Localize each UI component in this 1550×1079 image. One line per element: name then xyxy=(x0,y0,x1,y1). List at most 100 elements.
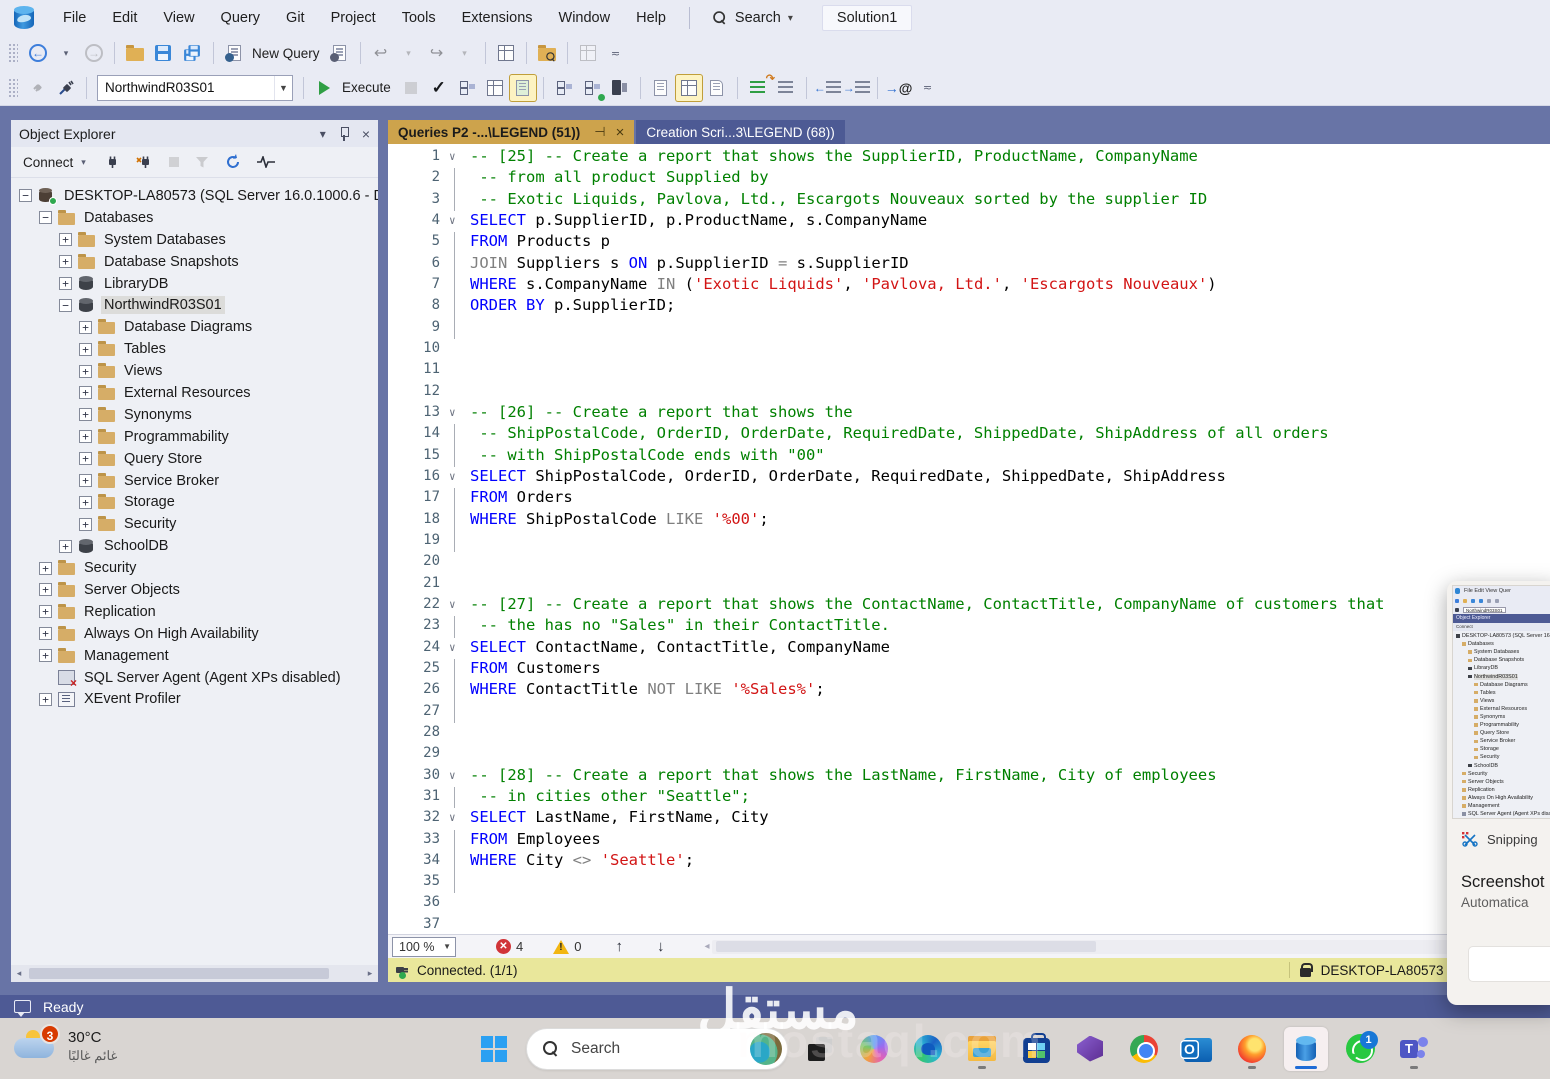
expand-icon[interactable]: + xyxy=(79,365,92,378)
code-line-24[interactable]: 24∨SELECT ContactName, ContactTitle, Com… xyxy=(388,638,1550,659)
tab-queries-p2[interactable]: Queries P2 -...\LEGEND (51)) ⊣ × xyxy=(388,120,634,144)
menu-query[interactable]: Query xyxy=(208,0,274,36)
task-view-button[interactable] xyxy=(798,1027,842,1071)
change-connection-button[interactable] xyxy=(53,75,79,101)
visual-studio-button[interactable] xyxy=(1068,1027,1112,1071)
code-line-10[interactable]: 10 xyxy=(388,339,1550,360)
ssms-button[interactable] xyxy=(1284,1027,1328,1071)
code-line-37[interactable]: 37 xyxy=(388,915,1550,934)
code-line-29[interactable]: 29 xyxy=(388,744,1550,765)
code-line-8[interactable]: 8ORDER BY p.SupplierID; xyxy=(388,296,1550,317)
increase-indent-button[interactable]: → xyxy=(843,75,870,101)
include-actual-plan-button[interactable] xyxy=(551,75,577,101)
navigate-forward-button[interactable]: → xyxy=(81,40,107,66)
tree-item-views[interactable]: +Views xyxy=(11,360,378,382)
code-area[interactable]: 1∨-- [25] -- Create a report that shows … xyxy=(388,144,1550,934)
undo-dropdown[interactable]: ▾ xyxy=(396,40,422,66)
decrease-indent-button[interactable]: ← xyxy=(814,75,841,101)
menu-extensions[interactable]: Extensions xyxy=(449,0,546,36)
toolbar-overflow-button[interactable]: ≂ xyxy=(914,75,940,101)
hscroll-left-icon[interactable]: ◂ xyxy=(704,941,709,952)
search-highlight-image[interactable] xyxy=(750,1033,782,1065)
undo-button[interactable]: ↩ xyxy=(368,40,394,66)
code-line-33[interactable]: 33FROM Employees xyxy=(388,830,1550,851)
code-line-25[interactable]: 25FROM Customers xyxy=(388,659,1550,680)
expand-icon[interactable]: + xyxy=(39,605,52,618)
code-line-9[interactable]: 9 xyxy=(388,318,1550,339)
navigate-back-dropdown[interactable]: ▾ xyxy=(53,40,79,66)
toolbar-overflow-button[interactable]: ≂ xyxy=(603,40,629,66)
code-line-19[interactable]: 19 xyxy=(388,531,1550,552)
whatsapp-button[interactable]: 1 xyxy=(1338,1027,1382,1071)
microsoft-store-button[interactable] xyxy=(1014,1027,1058,1071)
fold-collapse-icon[interactable]: ∨ xyxy=(440,467,470,488)
expand-icon[interactable]: + xyxy=(39,627,52,640)
code-line-21[interactable]: 21 xyxy=(388,574,1550,595)
code-line-3[interactable]: 3 -- Exotic Liquids, Pavlova, Ltd., Esca… xyxy=(388,190,1550,211)
tree-item-system-databases[interactable]: +System Databases xyxy=(11,229,378,251)
tree-item-database-diagrams[interactable]: +Database Diagrams xyxy=(11,316,378,338)
edge-button[interactable] xyxy=(906,1027,950,1071)
stop-button[interactable] xyxy=(163,154,185,170)
activity-monitor-button[interactable] xyxy=(493,40,519,66)
expand-icon[interactable]: + xyxy=(39,693,52,706)
tree-item-management[interactable]: +Management xyxy=(11,645,378,667)
pin-icon[interactable] xyxy=(340,127,348,141)
cancel-query-button[interactable] xyxy=(398,75,424,101)
tree-item-librarydb[interactable]: +LibraryDB xyxy=(11,273,378,295)
intellisense-enabled-button[interactable] xyxy=(510,75,536,101)
fold-collapse-icon[interactable]: ∨ xyxy=(440,808,470,829)
expand-icon[interactable]: + xyxy=(59,540,72,553)
new-query-button[interactable]: New Query xyxy=(252,46,320,61)
code-line-14[interactable]: 14 -- ShipPostalCode, OrderID, OrderDate… xyxy=(388,424,1550,445)
tree-item-query-store[interactable]: +Query Store xyxy=(11,448,378,470)
solution-explorer-button[interactable] xyxy=(575,40,601,66)
expand-icon[interactable]: + xyxy=(39,583,52,596)
code-line-28[interactable]: 28 xyxy=(388,723,1550,744)
chrome-button[interactable] xyxy=(1122,1027,1166,1071)
fold-collapse-icon[interactable]: ∨ xyxy=(440,595,470,616)
copilot-button[interactable] xyxy=(852,1027,896,1071)
tree-item-databases[interactable]: −Databases xyxy=(11,207,378,229)
menu-view[interactable]: View xyxy=(150,0,207,36)
menu-file[interactable]: File xyxy=(50,0,99,36)
expand-icon[interactable]: + xyxy=(39,649,52,662)
save-all-button[interactable] xyxy=(178,40,206,66)
code-line-7[interactable]: 7WHERE s.CompanyName IN ('Exotic Liquids… xyxy=(388,275,1550,296)
taskbar-search[interactable]: Search xyxy=(526,1028,788,1070)
tree-item-synonyms[interactable]: +Synonyms xyxy=(11,404,378,426)
redo-button[interactable]: ↪ xyxy=(424,40,450,66)
tree-item-tables[interactable]: +Tables xyxy=(11,338,378,360)
fold-collapse-icon[interactable]: ∨ xyxy=(440,766,470,787)
next-issue-icon[interactable]: ↓ xyxy=(657,938,665,955)
tree-item-desktop-la80573-sql-server-16-[interactable]: −DESKTOP-LA80573 (SQL Server 16.0.1000.6… xyxy=(11,185,378,207)
expand-icon[interactable]: + xyxy=(79,430,92,443)
snip-action-button[interactable] xyxy=(1468,946,1550,982)
expand-icon[interactable]: + xyxy=(79,408,92,421)
code-line-23[interactable]: 23 -- the has no "Sales" in their Contac… xyxy=(388,616,1550,637)
tab-creation-script[interactable]: Creation Scri...3\LEGEND (68)) xyxy=(636,120,844,144)
toolbar-grip[interactable] xyxy=(8,78,18,98)
parse-button[interactable]: ✓ xyxy=(426,75,452,101)
feedback-icon[interactable] xyxy=(14,1000,31,1013)
open-file-button[interactable] xyxy=(122,40,148,66)
snipping-tool-notification[interactable]: File Edit View Quer NorthwindR03S01 Obje… xyxy=(1447,581,1550,1005)
connect-server-button[interactable] xyxy=(99,152,126,173)
close-icon[interactable]: × xyxy=(362,126,370,142)
object-explorer-header[interactable]: Object Explorer ▾ × xyxy=(11,120,378,147)
close-icon[interactable]: × xyxy=(616,124,625,141)
tree-item-sql-server-agent-agent-xps-dis[interactable]: SQL Server Agent (Agent XPs disabled) xyxy=(11,667,378,689)
previous-issue-icon[interactable]: ↑ xyxy=(615,938,623,955)
connect-dropdown-button[interactable]: Connect ▾ xyxy=(17,152,95,173)
menu-tools[interactable]: Tools xyxy=(389,0,449,36)
fold-collapse-icon[interactable]: ∨ xyxy=(440,147,470,168)
expand-icon[interactable]: + xyxy=(79,518,92,531)
collapse-icon[interactable]: − xyxy=(39,211,52,224)
code-line-16[interactable]: 16∨SELECT ShipPostalCode, OrderID, Order… xyxy=(388,467,1550,488)
code-line-4[interactable]: 4∨SELECT p.SupplierID, p.ProductName, s.… xyxy=(388,211,1550,232)
start-button[interactable] xyxy=(472,1027,516,1071)
code-line-5[interactable]: 5FROM Products p xyxy=(388,232,1550,253)
expand-icon[interactable]: + xyxy=(79,496,92,509)
tree-item-northwindr03s01[interactable]: −NorthwindR03S01 xyxy=(11,294,378,316)
zoom-selector[interactable]: 100 % ▼ xyxy=(392,937,456,957)
